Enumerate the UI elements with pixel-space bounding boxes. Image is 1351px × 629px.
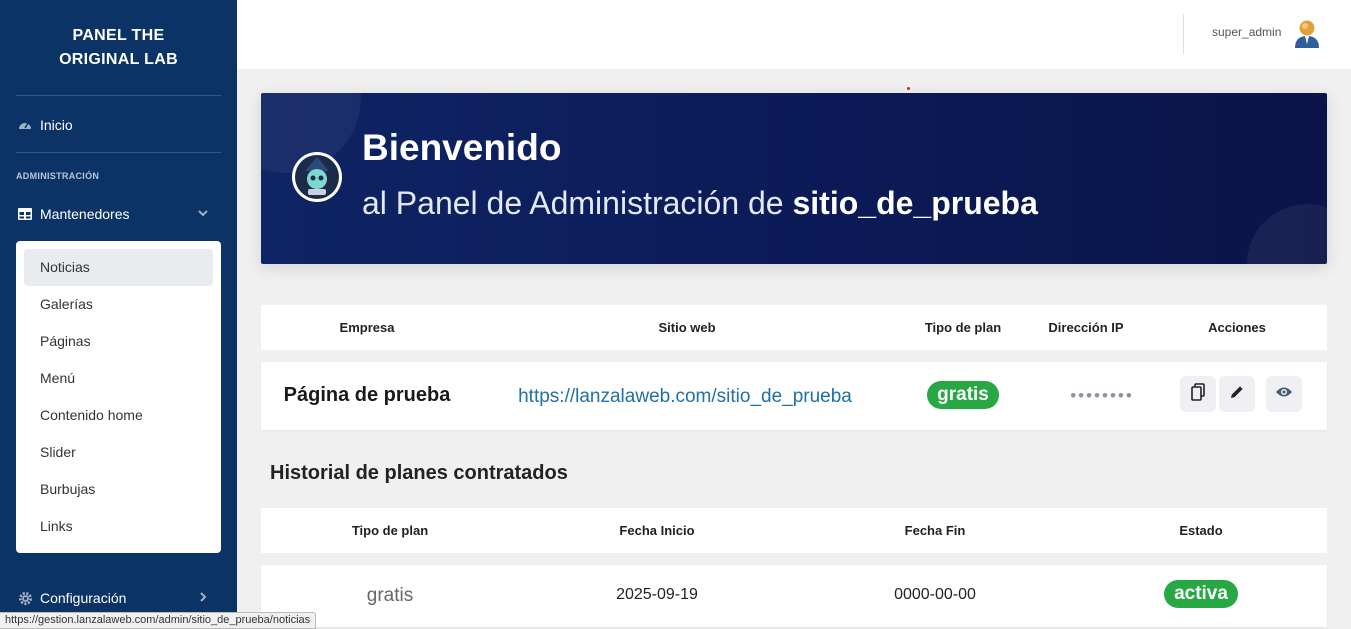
- view-button[interactable]: [1266, 376, 1302, 412]
- column-header: Acciones: [1208, 320, 1266, 335]
- company-name: Página de prueba: [283, 384, 451, 406]
- submenu-item-burbujas[interactable]: Burbujas: [24, 471, 213, 508]
- banner-title: Bienvenido: [362, 127, 562, 168]
- mascot-logo-icon: [291, 151, 343, 203]
- red-dot: [907, 87, 910, 90]
- table-icon: [16, 205, 34, 223]
- banner-site-name: sitio_de_prueba: [792, 185, 1038, 221]
- sidebar-item-mantenedores[interactable]: Mantenedores: [16, 202, 221, 226]
- decorative-circle: [1247, 204, 1327, 264]
- eye-icon: [1275, 385, 1293, 403]
- sidebar-item-label: Inicio: [40, 117, 73, 133]
- history-plan: gratis: [366, 585, 414, 606]
- history-start-date: 2025-09-19: [616, 586, 698, 603]
- divider: [1183, 14, 1184, 54]
- dashboard-icon: [16, 116, 34, 134]
- submenu-item-galerias[interactable]: Galerías: [24, 286, 213, 323]
- submenu-item-links[interactable]: Links: [24, 508, 213, 545]
- status-cell: activa: [1156, 580, 1246, 608]
- submenu-item-noticias[interactable]: Noticias: [24, 249, 213, 286]
- avatar[interactable]: [1293, 18, 1321, 48]
- column-header: Sitio web: [658, 320, 716, 335]
- welcome-banner: Bienvenido al Panel de Administración de…: [261, 93, 1327, 264]
- sidebar: PANEL THE ORIGINAL LAB Inicio ADMINISTRA…: [0, 0, 237, 629]
- banner-subtitle-prefix: al Panel de Administración de: [362, 185, 784, 221]
- chevron-right-icon: [197, 590, 209, 606]
- brand[interactable]: PANEL THE ORIGINAL LAB: [0, 24, 237, 72]
- history-end-date: 0000-00-00: [894, 586, 976, 603]
- sidebar-item-configuracion[interactable]: Configuración: [16, 586, 221, 610]
- submenu-item-contenido-home[interactable]: Contenido home: [24, 397, 213, 434]
- table-row: Página de prueba https://lanzalaweb.com/…: [261, 362, 1327, 430]
- sidebar-heading: ADMINISTRACIÓN: [16, 171, 100, 181]
- sidebar-item-label: Configuración: [40, 590, 127, 606]
- submenu-item-slider[interactable]: Slider: [24, 434, 213, 471]
- pencil-icon: [1230, 385, 1244, 404]
- plan-badge: gratis: [927, 381, 999, 409]
- submenu-item-menu[interactable]: Menú: [24, 360, 213, 397]
- banner-subtitle: al Panel de Administración de sitio_de_p…: [362, 185, 1038, 222]
- site-url-link[interactable]: https://lanzalaweb.com/sitio_de_prueba: [497, 386, 873, 408]
- sites-table-header: Empresa Sitio web Tipo de plan Dirección…: [261, 305, 1327, 350]
- divider: [16, 152, 221, 153]
- section-title: Historial de planes contratados: [270, 462, 568, 484]
- plan-cell: gratis: [924, 381, 1002, 409]
- gear-icon: [16, 589, 34, 607]
- history-table-header: Tipo de plan Fecha Inicio Fecha Fin Esta…: [261, 508, 1327, 553]
- brand-line1: PANEL THE: [72, 27, 165, 44]
- topbar: super_admin: [237, 0, 1351, 69]
- table-row: gratis 2025-09-19 0000-00-00 activa: [261, 565, 1327, 627]
- username[interactable]: super_admin: [1212, 25, 1281, 39]
- status-badge: activa: [1164, 580, 1238, 608]
- browser-status-url: https://gestion.lanzalaweb.com/admin/sit…: [0, 612, 317, 629]
- edit-button[interactable]: [1219, 376, 1255, 412]
- copy-icon: [1191, 382, 1205, 406]
- column-header: Dirección IP: [1048, 320, 1124, 335]
- column-header: Fecha Fin: [904, 523, 966, 538]
- sidebar-item-label: Mantenedores: [40, 206, 130, 222]
- submenu-mantenedores: Noticias Galerías Páginas Menú Contenido…: [16, 241, 221, 553]
- column-header: Fecha Inicio: [619, 523, 695, 538]
- column-header: Empresa: [339, 320, 395, 335]
- column-header: Tipo de plan: [924, 320, 1002, 335]
- copy-button[interactable]: [1180, 376, 1216, 412]
- brand-line2: ORIGINAL LAB: [59, 51, 178, 68]
- divider: [16, 95, 221, 96]
- sidebar-item-inicio[interactable]: Inicio: [16, 113, 221, 137]
- ip-address-masked: ••••••••: [1070, 386, 1134, 405]
- column-header: Estado: [1179, 523, 1223, 538]
- chevron-down-icon: [197, 206, 209, 222]
- submenu-item-paginas[interactable]: Páginas: [24, 323, 213, 360]
- column-header: Tipo de plan: [351, 523, 429, 538]
